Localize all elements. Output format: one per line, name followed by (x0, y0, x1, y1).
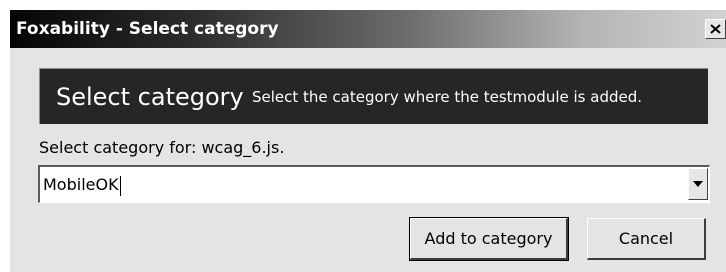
category-input[interactable]: MobileOK (43, 167, 121, 202)
chevron-down-icon (693, 181, 703, 187)
header-banner: Select category Select the category wher… (39, 68, 708, 124)
window-titlebar[interactable]: Foxability - Select category (10, 10, 726, 48)
add-to-category-button[interactable]: Add to category (409, 217, 569, 261)
window-title: Foxability - Select category (16, 19, 279, 39)
close-icon (710, 24, 721, 34)
banner-title: Select category (56, 83, 244, 111)
banner-description: Select the category where the testmodule… (252, 88, 642, 106)
select-category-dialog: Foxability - Select category Select cate… (10, 10, 726, 272)
cancel-button[interactable]: Cancel (587, 218, 706, 260)
close-button[interactable] (705, 19, 726, 39)
category-value: MobileOK (43, 175, 119, 194)
category-combobox[interactable]: MobileOK (38, 165, 710, 203)
category-field-label: Select category for: wcag_6.js. (39, 138, 285, 157)
dropdown-button[interactable] (688, 168, 708, 200)
text-caret (119, 175, 121, 196)
